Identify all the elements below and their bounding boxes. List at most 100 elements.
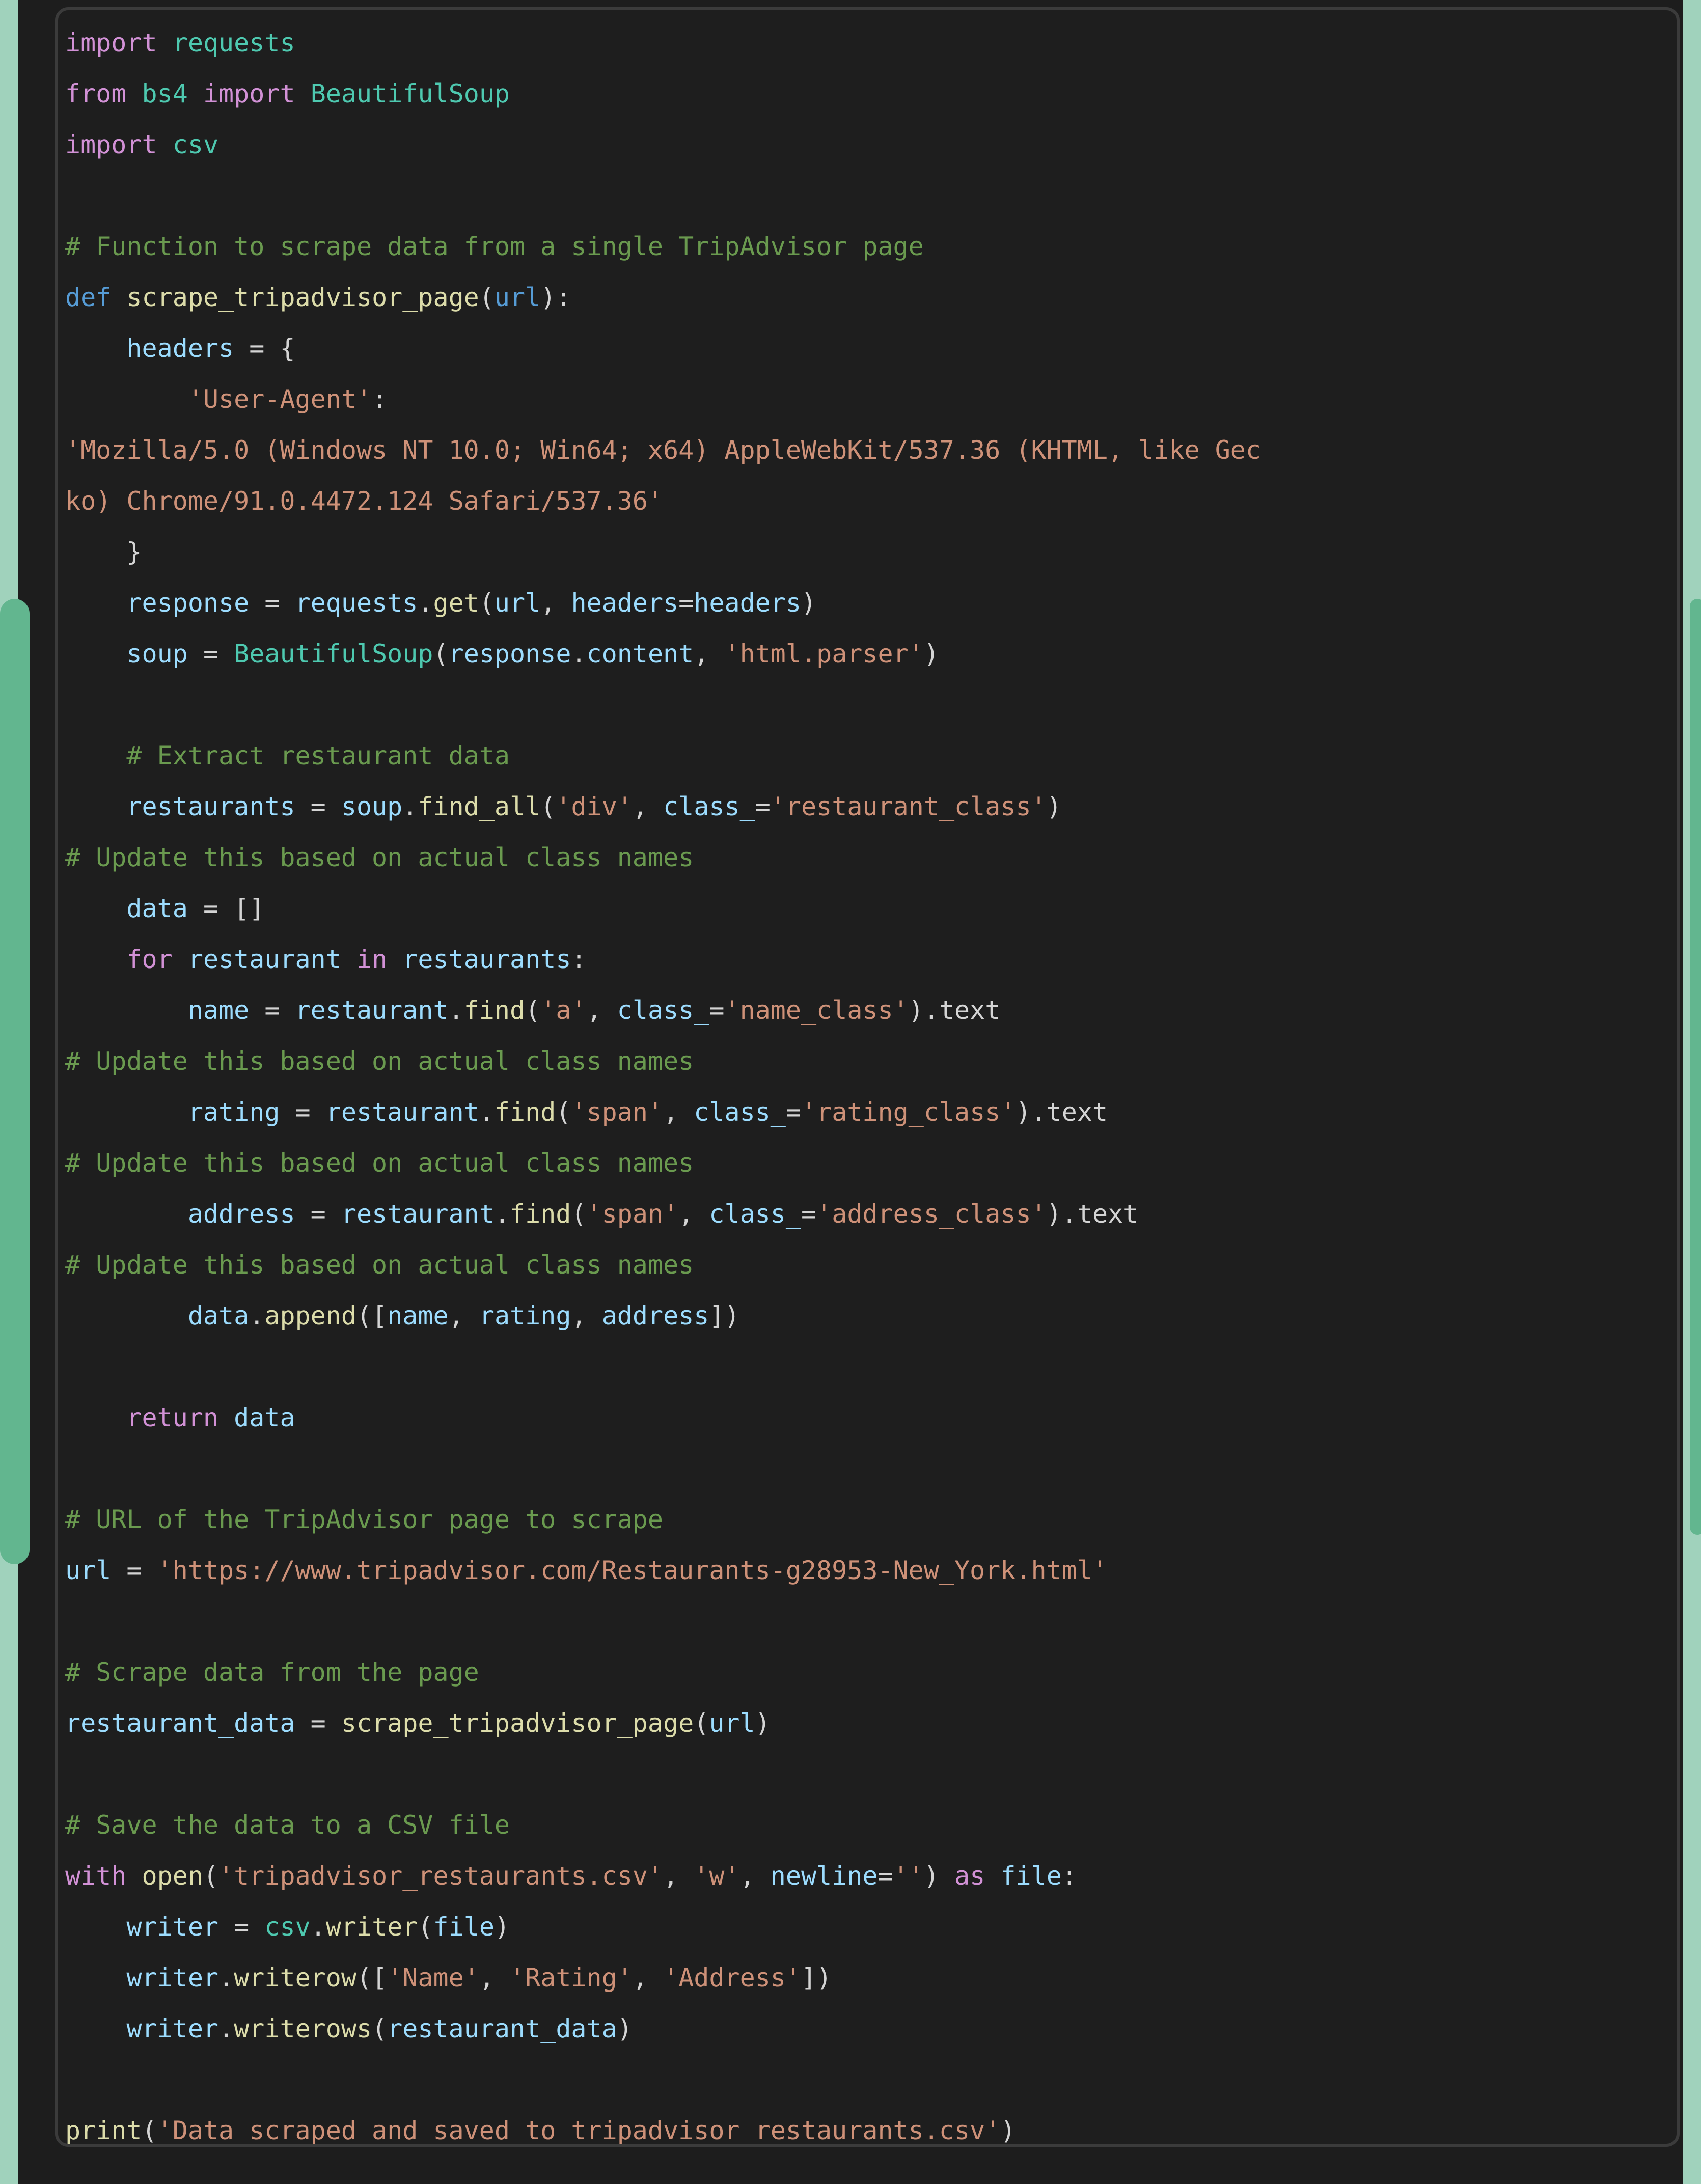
code-token: ,	[540, 588, 571, 618]
code-token: as	[954, 1861, 985, 1891]
code-token: = {	[234, 334, 295, 363]
code-token: restaurants	[402, 945, 571, 974]
code-token: class_	[709, 1199, 801, 1229]
code-token: ).	[1016, 1097, 1047, 1127]
code-token: ,	[739, 1861, 771, 1891]
code-token: soup	[341, 792, 403, 821]
code-scroll-area[interactable]: import requests from bs4 import Beautifu…	[58, 10, 1677, 2144]
code-token: # Update this based on actual class name…	[65, 1250, 694, 1280]
code-token: # Update this based on actual class name…	[65, 1148, 694, 1178]
code-token: file	[433, 1912, 495, 1942]
code-token: scrape_tripadvisor_page	[341, 1708, 694, 1738]
code-token: name	[387, 1301, 449, 1331]
code-token: rating	[187, 1097, 280, 1127]
code-token: 'User-Agent'	[187, 384, 372, 414]
code-token: find	[494, 1097, 556, 1127]
code-token: (	[694, 1708, 709, 1738]
code-token: (	[571, 1199, 587, 1229]
code-token: 'span'	[586, 1199, 679, 1229]
code-token: ])	[709, 1301, 740, 1331]
code-token: writer	[126, 1912, 219, 1942]
code-token: open	[142, 1861, 203, 1891]
code-token: ,	[632, 792, 664, 821]
code-token: =	[801, 1199, 817, 1229]
code-token: .	[571, 639, 587, 669]
code-token: 'restaurant_class'	[770, 792, 1047, 821]
code-token: import	[203, 79, 295, 108]
code-token: address	[187, 1199, 295, 1229]
code-token: .	[218, 1963, 234, 1993]
code-token: .	[418, 588, 433, 618]
code-token: # Update this based on actual class name…	[65, 843, 694, 872]
code-token: def	[65, 283, 112, 312]
code-token: 'Rating'	[510, 1963, 633, 1993]
code-token: =	[877, 1861, 893, 1891]
code-token: in	[356, 945, 388, 974]
code-token: # Scrape data from the page	[65, 1657, 479, 1687]
code-token: class_	[617, 996, 709, 1025]
code-token: (	[203, 1861, 219, 1891]
code-token: headers	[126, 334, 234, 363]
left-selection-handle[interactable]	[0, 599, 30, 1564]
code-token: (	[372, 2014, 388, 2043]
code-token: =	[249, 588, 295, 618]
code-token: ,	[586, 996, 617, 1025]
code-token: =	[678, 588, 694, 618]
code-token: 'a'	[540, 996, 587, 1025]
code-token: print	[65, 2116, 142, 2145]
code-token: restaurant	[325, 1097, 479, 1127]
code-token: 'div'	[556, 792, 633, 821]
code-token: writerows	[234, 2014, 372, 2043]
code-token: import	[65, 130, 157, 159]
code-token: )	[494, 1912, 510, 1942]
code-token: (	[556, 1097, 571, 1127]
right-scroll-indicator[interactable]	[1690, 599, 1701, 1535]
code-token: 'Mozilla/5.0 (Windows NT 10.0; Win64; x6…	[65, 435, 1261, 465]
code-token: )	[755, 1708, 771, 1738]
code-token: .	[494, 1199, 510, 1229]
code-token: :	[1061, 1861, 1077, 1891]
code-token: import	[65, 28, 157, 58]
code-token: headers	[571, 588, 679, 618]
code-token: find	[510, 1199, 571, 1229]
code-token: (	[479, 588, 495, 618]
code-content[interactable]: import requests from bs4 import Beautifu…	[65, 17, 1671, 2145]
code-token: # URL of the TripAdvisor page to scrape	[65, 1505, 663, 1534]
code-token: ,	[663, 1861, 694, 1891]
code-token: ).	[1046, 1199, 1077, 1229]
code-token: 'tripadvisor_restaurants.csv'	[218, 1861, 664, 1891]
code-token: =	[280, 1097, 326, 1127]
code-token: =	[218, 1912, 265, 1942]
code-token: .	[479, 1097, 495, 1127]
code-token: .	[218, 2014, 234, 2043]
code-token: text	[1046, 1097, 1108, 1127]
code-token: append	[264, 1301, 356, 1331]
code-token: restaurant	[341, 1199, 495, 1229]
code-token: (	[433, 639, 449, 669]
code-token: )	[1000, 2116, 1016, 2145]
code-token: get	[433, 588, 479, 618]
code-token: ([	[356, 1963, 388, 1993]
code-token: class_	[694, 1097, 786, 1127]
code-token: class_	[663, 792, 755, 821]
code-token: restaurant	[187, 945, 341, 974]
code-token: (	[142, 2116, 157, 2145]
code-token: ,	[632, 1963, 664, 1993]
code-token: # Extract restaurant data	[126, 741, 510, 770]
code-block[interactable]: import requests from bs4 import Beautifu…	[55, 7, 1680, 2147]
code-token: =	[249, 996, 295, 1025]
code-token: writer	[126, 2014, 219, 2043]
code-token: )	[923, 639, 939, 669]
code-token: csv	[172, 130, 219, 159]
